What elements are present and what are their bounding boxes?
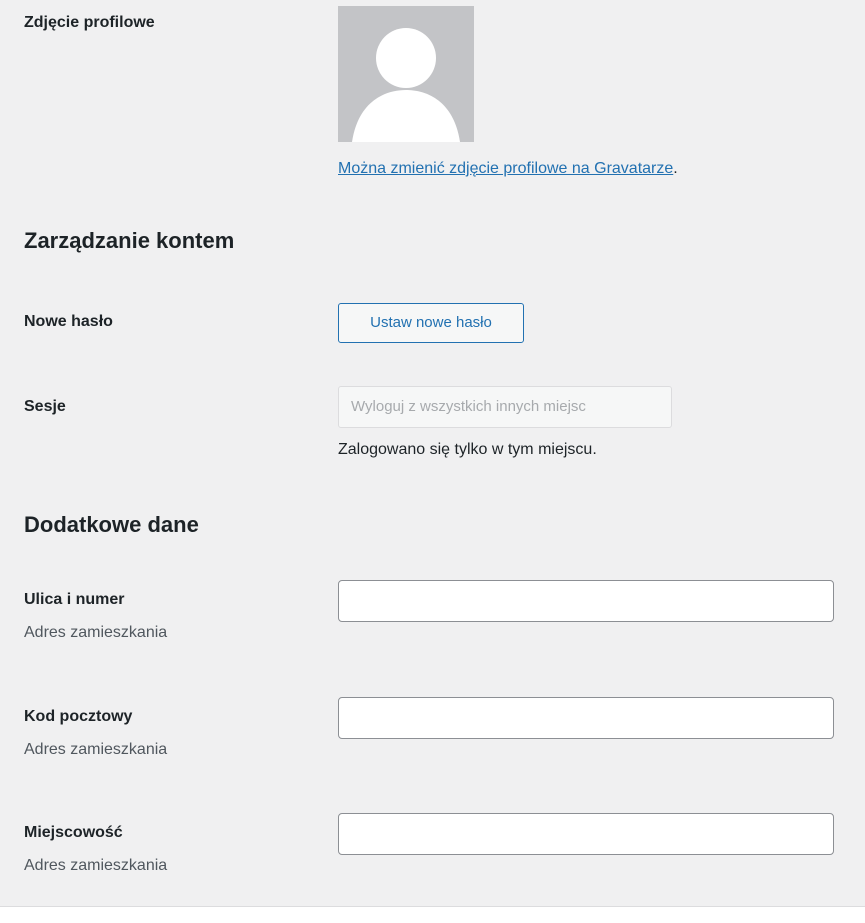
city-description: Adres zamieszkania xyxy=(24,857,168,874)
sessions-note: Zalogowano się tylko w tym miejscu. xyxy=(338,441,597,458)
gravatar-link[interactable]: Można zmienić zdjęcie profilowe na Grava… xyxy=(338,160,673,177)
city-label: Miejscowość xyxy=(24,824,123,841)
postal-code-label: Kod pocztowy xyxy=(24,708,133,725)
bottom-divider xyxy=(0,906,865,923)
gravatar-link-suffix: . xyxy=(673,160,678,177)
sessions-label: Sesje xyxy=(24,398,66,415)
gravatar-note: Można zmienić zdjęcie profilowe na Grava… xyxy=(338,160,678,178)
avatar xyxy=(338,6,474,142)
profile-picture-label: Zdjęcie profilowe xyxy=(24,14,155,31)
street-label: Ulica i numer xyxy=(24,591,125,608)
additional-data-heading: Dodatkowe dane xyxy=(24,512,199,537)
postal-code-description: Adres zamieszkania xyxy=(24,741,168,758)
logout-everywhere-else-button: Wyloguj z wszystkich innych miejsc xyxy=(338,386,672,428)
set-new-password-button[interactable]: Ustaw nowe hasło xyxy=(338,303,524,343)
street-description: Adres zamieszkania xyxy=(24,624,168,641)
street-input[interactable] xyxy=(338,580,834,622)
default-user-silhouette-icon xyxy=(338,6,474,142)
account-management-heading: Zarządzanie kontem xyxy=(24,228,235,253)
postal-code-input[interactable] xyxy=(338,697,834,739)
new-password-label: Nowe hasło xyxy=(24,313,113,330)
city-input[interactable] xyxy=(338,813,834,855)
